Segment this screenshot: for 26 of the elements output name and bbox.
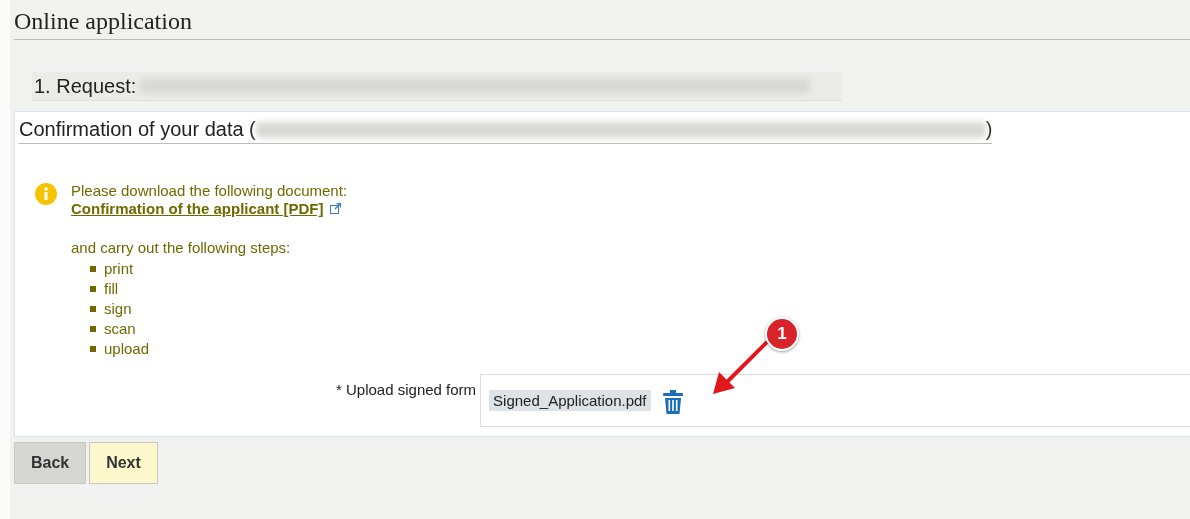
next-button[interactable]: Next <box>89 442 158 484</box>
bullet-icon <box>90 266 96 272</box>
upload-field[interactable]: Signed_Application.pdf <box>480 374 1190 427</box>
page-title: Online application <box>14 0 1190 40</box>
steps-text: and carry out the following steps: <box>71 239 292 257</box>
bullet-icon <box>90 286 96 292</box>
section-title: Confirmation of your data ( <box>19 118 256 141</box>
step-text: scan <box>104 319 136 339</box>
info-icon <box>35 183 57 205</box>
step-text: fill <box>104 279 119 299</box>
bullet-icon <box>90 306 96 312</box>
pdf-link[interactable]: Confirmation of the applicant [PDF] <box>71 200 324 217</box>
file-name: Signed_Application.pdf <box>489 390 651 411</box>
section-title-end: ) <box>985 118 993 141</box>
back-button[interactable]: Back <box>14 442 86 484</box>
upload-label: * Upload signed form <box>336 381 477 398</box>
bullet-icon <box>90 346 96 352</box>
step-text: upload <box>104 339 150 359</box>
request-label: 1. Request: <box>33 74 138 98</box>
trash-icon[interactable] <box>662 389 683 414</box>
step-text: sign <box>104 299 132 319</box>
info-text: Please download the following document: <box>71 182 347 200</box>
bullet-icon <box>90 326 96 332</box>
step-text: print <box>104 259 134 279</box>
annotation-badge: 1 <box>765 317 799 351</box>
external-link-icon <box>329 203 341 214</box>
